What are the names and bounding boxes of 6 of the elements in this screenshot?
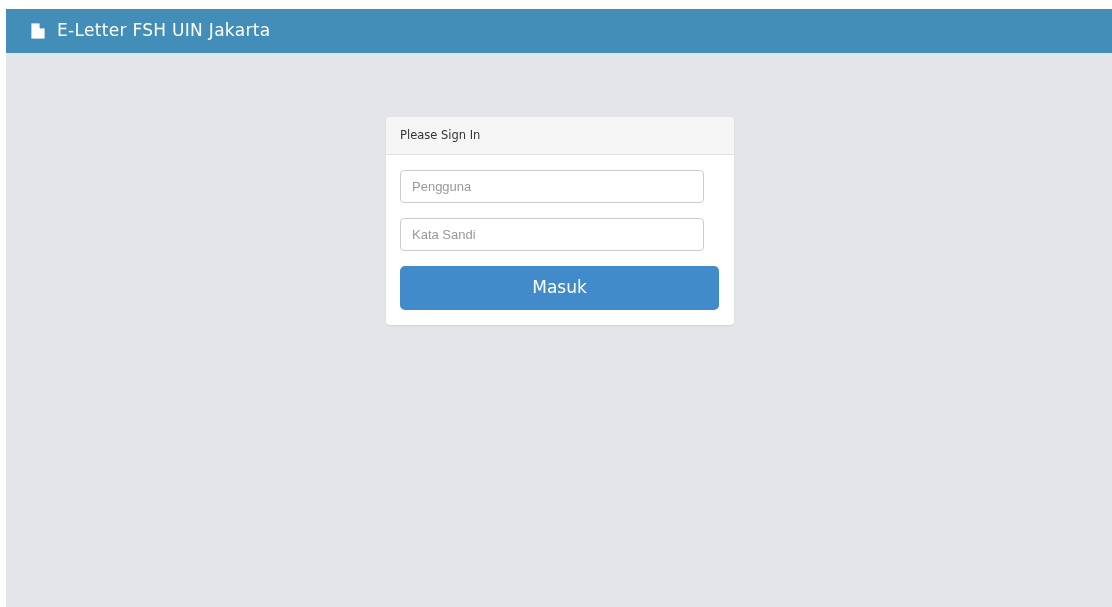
username-field[interactable]: Pengguna	[400, 170, 704, 203]
document-icon	[31, 23, 45, 39]
password-field[interactable]: Kata Sandi	[400, 218, 704, 251]
app-title[interactable]: E-Letter FSH UIN Jakarta	[57, 18, 271, 44]
login-button[interactable]: Masuk	[400, 266, 719, 310]
panel-heading: Please Sign In	[386, 117, 734, 155]
